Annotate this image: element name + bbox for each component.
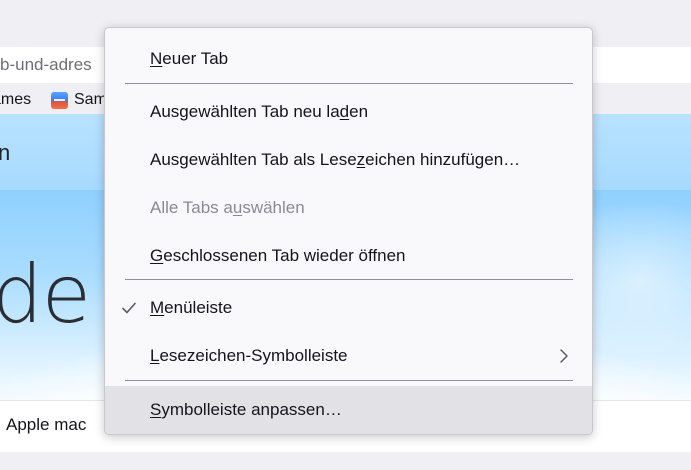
url-text: b-und-adres [0, 55, 92, 74]
bookmark-games[interactable]: ames [0, 91, 31, 109]
menu-item-label: Alle Tabs auswählen [150, 198, 305, 217]
menu-item-customize-toolbar[interactable]: Symbolleiste anpassen… [105, 386, 592, 434]
page-bottom-strip [0, 452, 691, 470]
menu-item-label: Neuer Tab [150, 49, 229, 68]
menu-item-label: Symbolleiste anpassen… [150, 400, 342, 419]
menu-item-select-all-tabs: Alle Tabs auswählen [105, 186, 592, 230]
bookmark-sam[interactable]: Sam [51, 91, 107, 109]
menu-separator [125, 380, 573, 381]
menu-item-label: Menüleiste [150, 298, 233, 317]
hero-text: de [0, 248, 91, 341]
check-icon [122, 302, 136, 314]
menu-item-menu-bar[interactable]: Menüleiste [105, 286, 592, 330]
menu-item-label: Lesezeichen-Symbolleiste [150, 346, 348, 365]
bookmark-games-label: ames [0, 91, 32, 108]
menu-item-reload-selected-tab[interactable]: Ausgewählten Tab neu laden [105, 90, 592, 134]
menu-separator [125, 83, 573, 84]
chevron-right-icon [560, 349, 568, 363]
bookmark-favicon-icon [51, 91, 68, 109]
bookmark-sam-label: Sam [74, 91, 107, 108]
menu-item-label: Ausgewählten Tab neu laden [150, 102, 369, 121]
page-header-text: n [0, 140, 11, 165]
menu-item-new-tab[interactable]: Neuer Tab [105, 37, 592, 81]
page-subnav-text[interactable]: Apple mac [6, 415, 86, 435]
tab-context-menu: Neuer Tab Ausgewählten Tab neu laden Aus… [104, 27, 593, 435]
menu-item-reopen-closed-tab[interactable]: Geschlossenen Tab wieder öffnen [105, 234, 592, 278]
menu-item-label: Geschlossenen Tab wieder öffnen [150, 246, 406, 265]
menu-item-label: Ausgewählten Tab als Lesezeichen hinzufü… [150, 150, 521, 169]
menu-item-bookmark-selected-tab[interactable]: Ausgewählten Tab als Lesezeichen hinzufü… [105, 138, 592, 182]
menu-item-bookmarks-toolbar[interactable]: Lesezeichen-Symbolleiste [105, 334, 592, 378]
menu-separator [125, 279, 573, 280]
